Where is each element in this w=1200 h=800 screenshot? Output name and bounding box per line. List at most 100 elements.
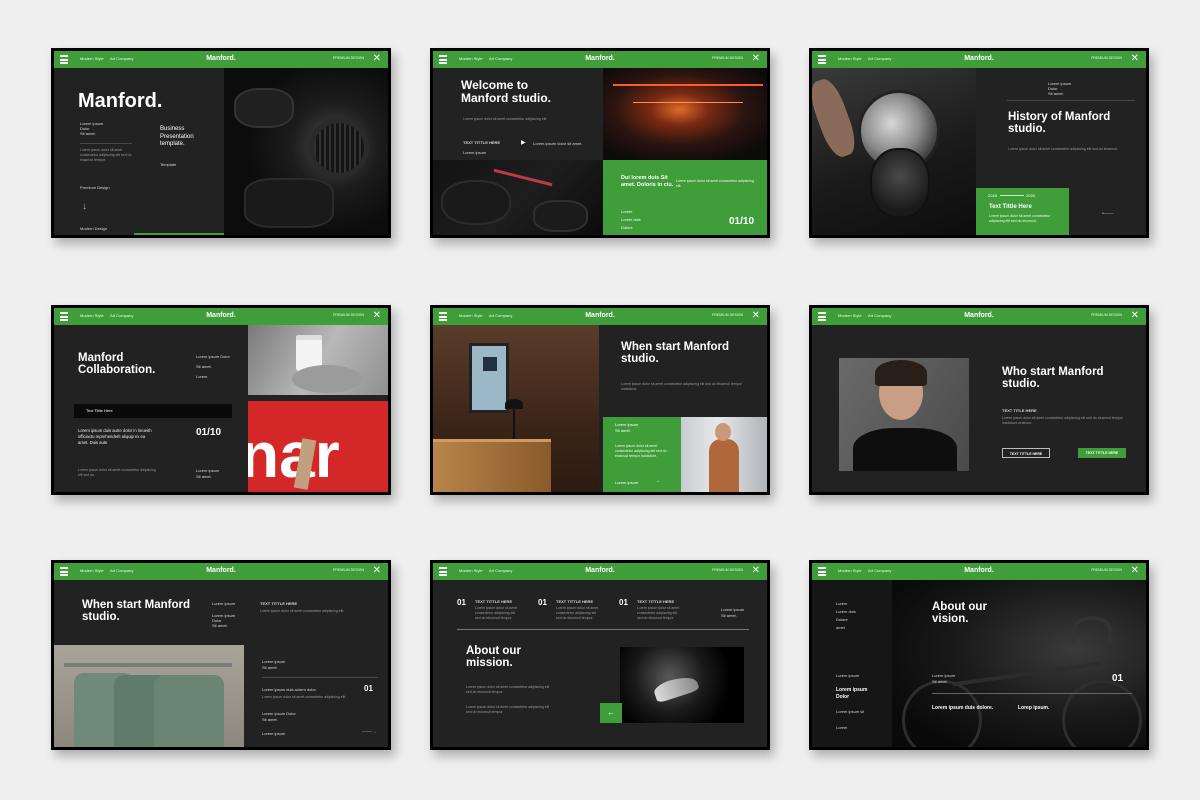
year-label: 2020: [1026, 193, 1035, 198]
text-line: Sit amet.: [262, 665, 278, 670]
header-left-label-2: Art Company: [489, 313, 513, 318]
menu-item[interactable]: amet: [836, 625, 845, 630]
text-line: Sit amet.: [196, 364, 212, 369]
body-text: Lorem ipsum duis autre dolor in lorueith…: [78, 428, 152, 445]
menu-icon[interactable]: [60, 312, 68, 321]
text-title: TEXT TITTLE HERE: [260, 601, 298, 606]
close-icon[interactable]: ✕: [373, 310, 381, 322]
close-icon[interactable]: ✕: [373, 53, 381, 65]
slide-7[interactable]: Modern Style Art Company Manford. PREMIU…: [51, 560, 391, 750]
close-icon[interactable]: ✕: [752, 310, 760, 322]
slide-title: About our mission.: [466, 645, 521, 670]
menu-icon[interactable]: [439, 567, 447, 576]
close-icon[interactable]: ✕: [1131, 53, 1139, 65]
header-left-label-2: Art Company: [110, 56, 134, 61]
column-title: TEXT TITTLE HERE: [475, 599, 513, 604]
menu-icon[interactable]: [439, 312, 447, 321]
slide-5[interactable]: Modern Style Art Company Manford. PREMIU…: [430, 305, 770, 495]
text-title: TEXT TITTLE HERE: [463, 140, 501, 145]
header-right-label: PREMIUM DESIGN: [333, 56, 364, 60]
slide-header: Modern Style Art Company Manford. PREMIU…: [812, 51, 1146, 68]
close-icon[interactable]: ✕: [1131, 310, 1139, 322]
slide-8[interactable]: Modern Style Art Company Manford. PREMIU…: [430, 560, 770, 750]
close-icon[interactable]: ✕: [373, 565, 381, 577]
sneaker-photo: [620, 647, 744, 723]
year-label: 2018: [988, 193, 997, 198]
menu-icon[interactable]: [818, 312, 826, 321]
text-line: Lorem ipsum: [721, 607, 745, 612]
text-line: Sit amet.: [1048, 91, 1064, 96]
text-line: Lorem ipsum: [615, 422, 639, 427]
divider: [1007, 100, 1135, 101]
slide-title: When start Manford studio.: [82, 599, 190, 624]
slide-header: Modern Style Art Company Manford. PREMIU…: [812, 308, 1146, 325]
text-line: Lorem ipsum duis autem dolor.: [262, 687, 317, 692]
paragraph: Lorem ipsum dolor sit amet consectetur a…: [80, 148, 132, 162]
header-left-label-2: Art Company: [489, 568, 513, 573]
sidebar-item-active[interactable]: Lorem ipsum Dolor: [836, 687, 880, 701]
close-icon[interactable]: ✕: [1131, 565, 1139, 577]
slide-title: History of Manford studio.: [1008, 111, 1111, 136]
text-line: Lorem: [196, 374, 208, 379]
menu-icon[interactable]: [439, 55, 447, 64]
slide-header: Modern Style Art Company Manford. PREMIU…: [433, 563, 767, 580]
paragraph: Lorem ipsum dolor sit amet consectetur a…: [78, 468, 156, 477]
sidebar-panel: [812, 580, 892, 747]
page-number: 01: [364, 684, 373, 693]
woman-portrait-photo: [839, 358, 969, 471]
slide-header: Modern Style Art Company Manford. PREMIU…: [433, 308, 767, 325]
outline-button[interactable]: TEXT TITTLE HERE: [1002, 448, 1050, 458]
text-line: Sit amet.: [196, 474, 212, 479]
menu-item[interactable]: Lorem duis: [836, 609, 856, 614]
close-icon[interactable]: ✕: [752, 565, 760, 577]
text-line: Lorem ipsum Dolor: [262, 711, 296, 716]
divider: [80, 143, 132, 144]
header-left-label-2: Art Company: [868, 568, 892, 573]
page-number: 01/10: [196, 427, 222, 438]
header-right-label: PREMIUM DESIGN: [712, 568, 743, 572]
back-arrow-button[interactable]: ←: [600, 703, 622, 723]
black-bar-label: Text Tittle Here: [86, 408, 113, 413]
header-left-label-2: Art Company: [868, 313, 892, 318]
sidebar-item[interactable]: Lorem: [836, 725, 847, 730]
page-number: 01: [1112, 673, 1124, 684]
column-number: 01: [538, 598, 547, 607]
menu-icon[interactable]: [818, 55, 826, 64]
menu-icon[interactable]: [60, 55, 68, 64]
text-line: Sit amet.: [262, 717, 278, 722]
sidebar-item[interactable]: Lorem ipsum: [836, 673, 859, 678]
menu-icon[interactable]: [60, 567, 68, 576]
paragraph: Lorem ipsum dolor sit amet consectetur a…: [466, 685, 550, 694]
menu-icon[interactable]: [818, 567, 826, 576]
footer-text: Lorep ipsum.: [1018, 705, 1050, 711]
text-line: Modern Design: [80, 226, 108, 231]
sidebar-item[interactable]: Lorem ipsum sit: [836, 709, 864, 714]
slide-1[interactable]: Modern Style Art Company Manford. PREMIU…: [51, 48, 391, 238]
paragraph: Lorem ipsum dolor sit amet consectetur a…: [676, 179, 754, 188]
slide-title: When start Manford studio.: [621, 341, 729, 366]
arrow-down-icon: ↓: [82, 201, 87, 212]
paragraph: Lorem ipsum dolor sit amet consectetur a…: [637, 606, 680, 620]
slide-title: Manford Collaboration.: [78, 352, 156, 377]
bicycle-photo: [892, 580, 1146, 747]
slide-4[interactable]: Modern Style Art Company Manford. PREMIU…: [51, 305, 391, 495]
paragraph: Lorem ipsum dolor sit amet consectetur a…: [556, 606, 599, 620]
header-right-label: PREMIUM DESIGN: [333, 568, 364, 572]
arrow-right-icon: ▶: [521, 140, 526, 146]
menu-item[interactable]: Lorem: [836, 601, 847, 606]
close-icon[interactable]: ✕: [752, 53, 760, 65]
menu-item[interactable]: Dolore: [836, 617, 848, 622]
green-button[interactable]: TEXT TITTLE HERE: [1078, 448, 1126, 458]
coffee-cup-photo: [248, 325, 388, 395]
slide-9[interactable]: Modern Style Art Company Manford. PREMIU…: [809, 560, 1149, 750]
header-left-label-2: Art Company: [868, 56, 892, 61]
text-line: Lorem ipsum: [196, 468, 220, 473]
text-line: Lorem ipsum Dolor: [196, 354, 230, 359]
slide-2[interactable]: Modern Style Art Company Manford. PREMIU…: [430, 48, 770, 238]
header-right-label: PREMIUM DESIGN: [1091, 313, 1122, 317]
slide-6[interactable]: Modern Style Art Company Manford. PREMIU…: [809, 305, 1149, 495]
text-line: Sit amet.: [721, 613, 737, 618]
slide-3[interactable]: Modern Style Art Company Manford. PREMIU…: [809, 48, 1149, 238]
paragraph: Lorem ipsum dolor sit amet consectetur a…: [260, 609, 345, 613]
text-title: TEXT TITLE HERE: [1002, 408, 1037, 413]
